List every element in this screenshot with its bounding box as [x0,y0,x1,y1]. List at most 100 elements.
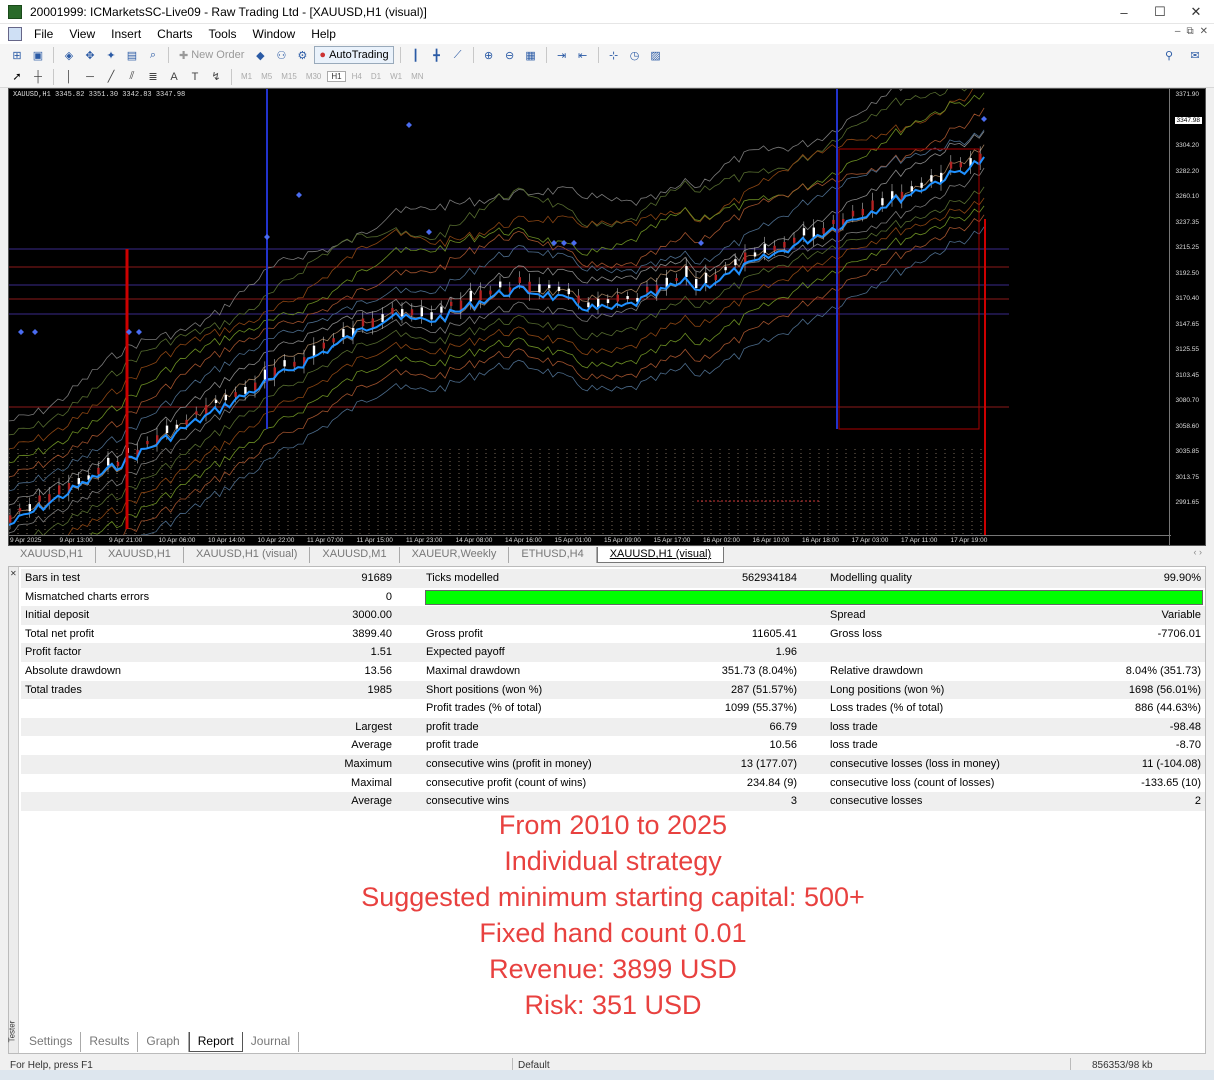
zoom-out-icon[interactable]: ⊖ [501,47,519,63]
menu-window[interactable]: Window [245,27,304,41]
chart-shift-icon[interactable]: ⇤ [574,47,592,63]
crosshair-icon[interactable]: ┼ [29,69,47,85]
chart-tab[interactable]: XAUEUR,Weekly [400,547,510,563]
timeframe-m15[interactable]: M15 [278,72,300,81]
tab-journal[interactable]: Journal [243,1032,300,1052]
timeframe-d1[interactable]: D1 [368,72,384,81]
close-button[interactable]: ✕ [1178,0,1214,24]
profiles-icon[interactable]: ▣ [29,47,47,63]
tab-graph[interactable]: Graph [138,1032,189,1052]
navigator-icon[interactable]: ✦ [102,47,120,63]
timeframe-m5[interactable]: M5 [258,72,275,81]
chat-icon[interactable]: ✉ [1186,47,1204,63]
chart-tab-active[interactable]: XAUUSD,H1 (visual) [596,547,725,563]
bar-chart-icon[interactable]: ┃ [407,47,425,63]
data-window-icon[interactable]: ✥ [81,47,99,63]
chart-tab[interactable]: XAUUSD,H1 (visual) [184,547,311,563]
time-axis[interactable]: 9 Apr 2025 9 Apr 13:00 9 Apr 21:00 10 Apr 0… [9,535,1171,545]
fibonacci-icon[interactable]: ≣ [144,69,162,85]
time-tick-label: 10 Apr 14:00 [208,537,245,544]
autoscroll-icon[interactable]: ⇥ [553,47,571,63]
report-cell: Average [351,795,392,808]
candle-body [107,457,110,466]
menu-view[interactable]: View [61,27,103,41]
current-price-label: 3347.98 [1174,117,1202,124]
menu-charts[interactable]: Charts [149,27,200,41]
autotrading-button[interactable]: ● AutoTrading [314,46,394,64]
report-row: Total net profit 3899.40 Gross profit 11605… [21,625,1205,644]
report-cell: Maximal [351,776,392,789]
trade-marker [32,329,38,335]
price-chart[interactable]: XAUUSD,H1 3345.82 3351.30 3342.83 3347.9… [8,88,1206,546]
price-scale[interactable]: 3371.903326.353304.203282.203260.103237.… [1169,89,1205,545]
chart-tab[interactable]: XAUUSD,H1 [8,547,96,563]
candlestick-icon[interactable]: ╋ [428,47,446,63]
price-tick-label: 3215.25 [1175,244,1200,251]
chart-tab[interactable]: XAUUSD,H1 [96,547,184,563]
search-icon[interactable]: ⚲ [1160,47,1178,63]
market-watch-icon[interactable]: ◈ [60,47,78,63]
new-order-button[interactable]: ✚ New Order [175,46,248,64]
report-cell: 13 (177.07) [740,757,797,770]
document-icon[interactable] [8,27,22,41]
indicators-icon[interactable]: ⊹ [605,47,623,63]
tab-report[interactable]: Report [188,1032,243,1052]
candle-body [175,424,178,429]
terminal-icon[interactable]: ▤ [123,47,141,63]
candle-body [322,342,325,349]
tab-settings[interactable]: Settings [21,1032,82,1052]
templates-icon[interactable]: ▨ [647,47,665,63]
candle-body [675,277,678,281]
zoom-in-icon[interactable]: ⊕ [480,47,498,63]
strategy-tester-icon[interactable]: ⌕ [144,47,162,63]
minimize-button[interactable]: – [1106,0,1142,24]
report-cell: Gross profit [426,627,483,640]
menu-insert[interactable]: Insert [103,27,149,41]
menu-help[interactable]: Help [303,27,344,41]
tab-scroll-arrows[interactable]: ‹ › [1194,547,1203,557]
timeframe-m30[interactable]: M30 [303,72,325,81]
trendline-icon[interactable]: ╱ [102,69,120,85]
report-cell: Expected payoff [426,646,505,659]
report-cell: 3 [790,795,797,808]
horizontal-line-icon[interactable]: ─ [81,69,99,85]
chart-tab[interactable]: XAUUSD,M1 [310,547,400,563]
text-icon[interactable]: A [165,69,183,85]
window-controls: – ☐ ✕ [1106,0,1214,24]
report-cell: 234.84 (9) [746,776,797,789]
menu-tools[interactable]: Tools [201,27,245,41]
timeframe-h4[interactable]: H4 [349,72,365,81]
cursor-icon[interactable]: ➚ [8,69,26,85]
chart-tab[interactable]: ETHUSD,H4 [509,547,597,563]
menu-file[interactable]: File [26,27,61,41]
new-chart-icon[interactable]: ⊞ [8,47,26,63]
tab-results[interactable]: Results [81,1032,139,1052]
maximize-button[interactable]: ☐ [1142,0,1178,24]
line-chart-icon[interactable]: ⟋ [449,47,467,63]
report-cell: Largest [355,720,392,733]
arrows-icon[interactable]: ↯ [207,69,225,85]
mdi-restore-icon[interactable]: ⧉ [1186,26,1193,37]
close-icon[interactable]: ✕ [10,569,17,578]
mdi-controls: – ⧉ ✕ [1175,26,1208,37]
text-label-icon[interactable]: T [186,69,204,85]
timeframe-m1[interactable]: M1 [238,72,255,81]
time-tick-label: 14 Apr 16:00 [505,537,542,544]
mdi-close-icon[interactable]: ✕ [1200,26,1208,37]
signals-icon[interactable]: ⚇ [272,47,290,63]
vertical-line-icon[interactable]: │ [60,69,78,85]
timeframe-mn[interactable]: MN [408,72,426,81]
options-icon[interactable]: ⚙ [293,47,311,63]
app-icon [8,4,22,19]
tile-windows-icon[interactable]: ▦ [522,47,540,63]
mdi-minimize-icon[interactable]: – [1175,26,1181,37]
candle-body [38,495,41,502]
report-cell: Long positions (won %) [830,683,945,696]
timeframe-w1[interactable]: W1 [387,72,405,81]
periods-icon[interactable]: ◷ [626,47,644,63]
channel-icon[interactable]: ⫽ [123,69,141,85]
metaeditor-icon[interactable]: ◆ [251,47,269,63]
report-cell: consecutive profit (count of wins) [426,776,587,789]
timeframe-h1[interactable]: H1 [327,71,346,82]
overlay-line: Risk: 351 USD [524,990,702,1020]
